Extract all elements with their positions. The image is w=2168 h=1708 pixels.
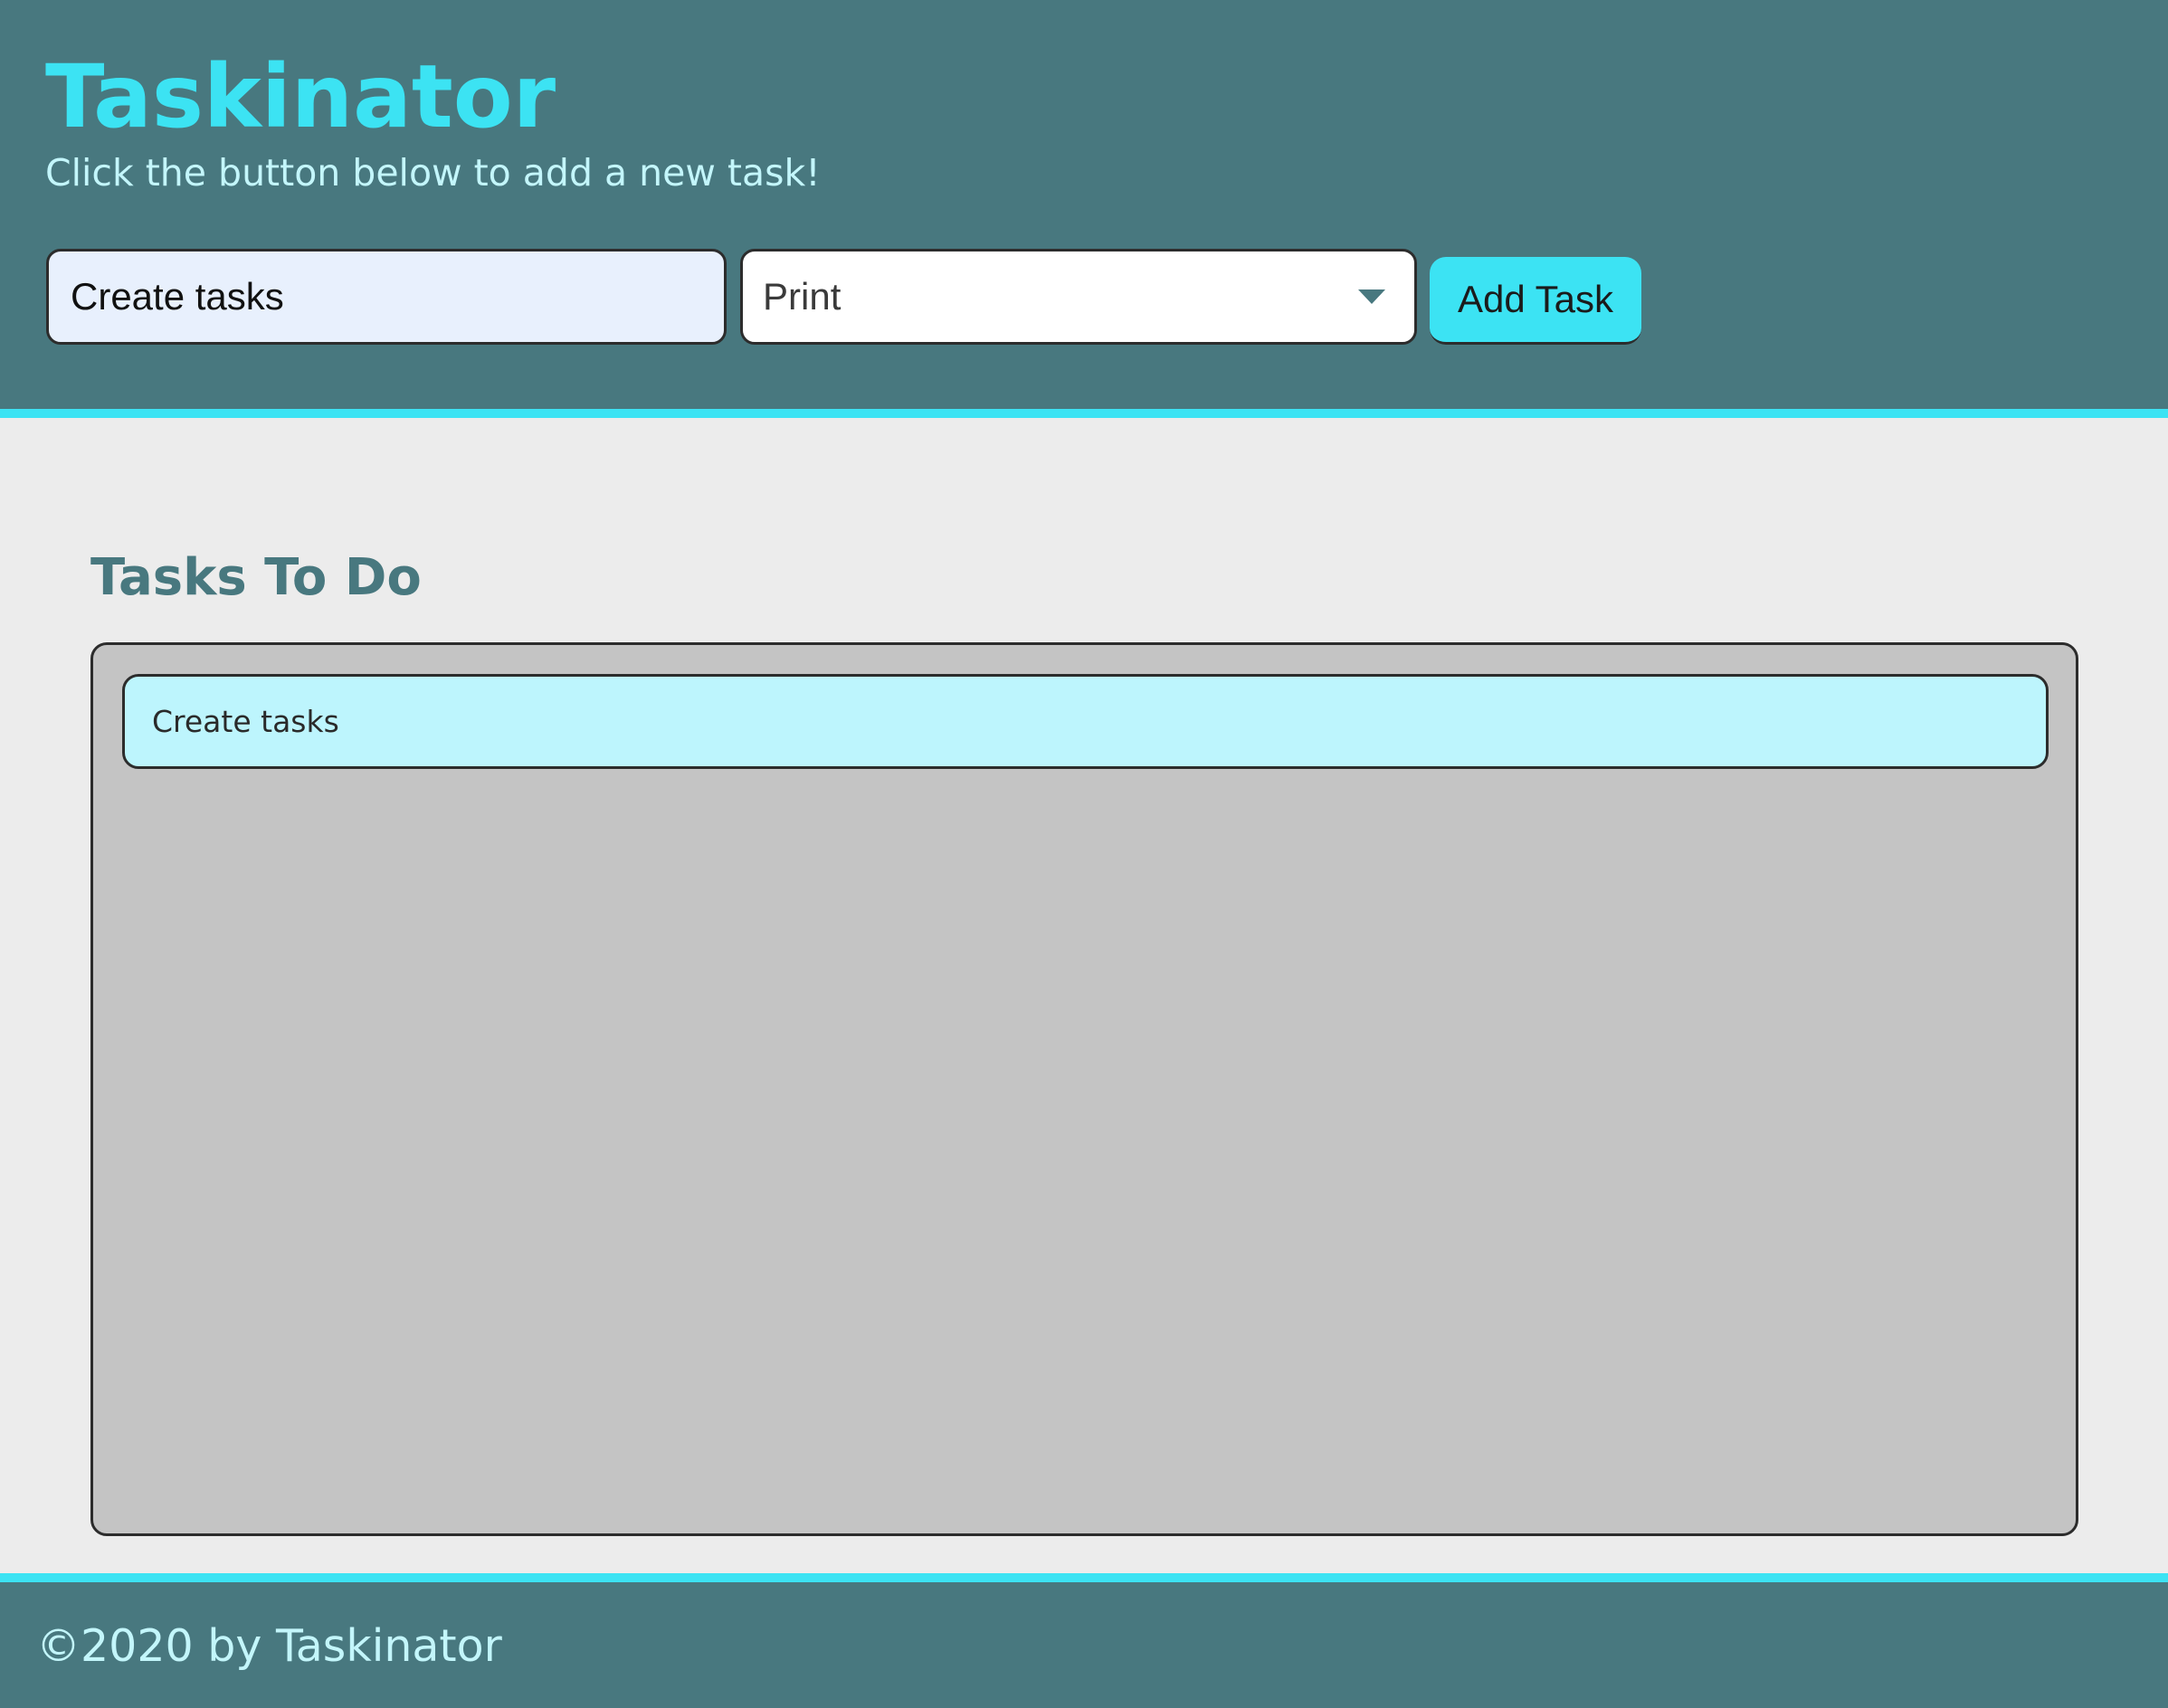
page-footer: ©2020 by Taskinator <box>0 1573 2168 1708</box>
add-task-button[interactable]: Add Task <box>1430 257 1641 345</box>
page-header: Taskinator Click the button below to add… <box>0 0 2168 418</box>
tasks-to-do-title: Tasks To Do <box>90 548 422 607</box>
task-type-selected-value: Print <box>763 275 842 318</box>
chevron-down-icon <box>1358 289 1385 304</box>
task-name-input[interactable] <box>46 249 727 345</box>
app-title: Taskinator <box>45 46 556 147</box>
task-type-select[interactable]: Print <box>740 249 1417 345</box>
task-item[interactable]: Create tasks <box>122 674 2049 769</box>
footer-copyright: ©2020 by Taskinator <box>36 1620 502 1672</box>
app-subtitle: Click the button below to add a new task… <box>45 151 821 195</box>
tasks-to-do-list: Create tasks <box>90 642 2078 1536</box>
